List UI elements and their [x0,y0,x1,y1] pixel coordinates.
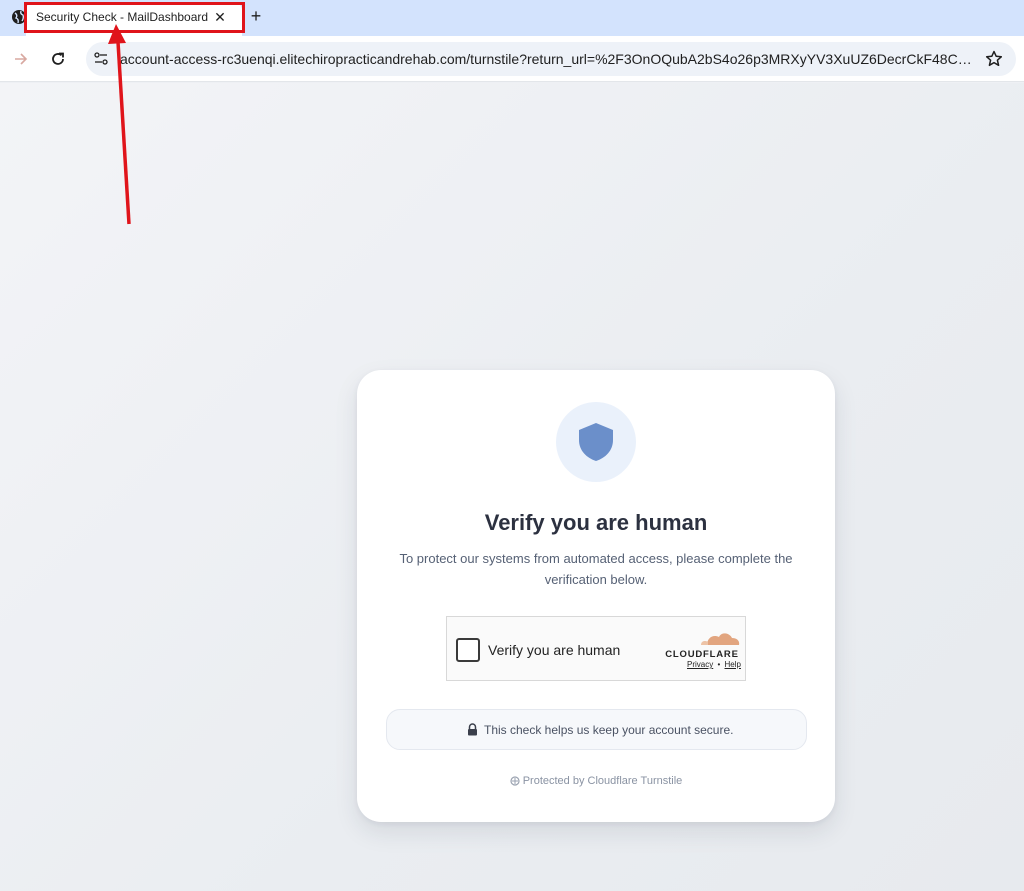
cloudflare-logo: CLOUDFLARE [665,633,740,660]
bookmark-star-icon[interactable] [984,49,1004,69]
links-separator: • [717,660,721,669]
forward-icon[interactable] [11,49,31,69]
turnstile-icon [510,776,520,786]
verify-checkbox[interactable] [456,638,480,662]
card-subtitle: To protect our systems from automated ac… [399,551,793,587]
security-note-text: This check helps us keep your account se… [484,723,734,737]
browser-toolbar: account-access-rc3uenqi.elitechiropracti… [0,36,1024,82]
protected-by-text: Protected by Cloudflare Turnstile [522,775,683,787]
widget-label: Verify you are human [488,642,621,658]
security-note: This check helps us keep your account se… [386,709,807,750]
address-bar[interactable]: account-access-rc3uenqi.elitechiropracti… [86,42,1016,76]
page-background: Verify you are human To protect our syst… [0,83,1024,891]
turnstile-widget: Verify you are human CLOUDFLARE Privacy … [446,616,746,681]
cloudflare-links: Privacy • Help [687,660,741,669]
new-tab-button[interactable]: + [246,6,266,26]
card-title: Verify you are human [484,510,708,535]
shield-icon [579,423,613,461]
privacy-link[interactable]: Privacy [687,660,713,669]
reload-icon[interactable] [48,49,68,69]
protected-by-footer: Protected by Cloudflare Turnstile [357,775,835,787]
url-text[interactable]: account-access-rc3uenqi.elitechiropracti… [120,51,972,67]
lock-icon [468,723,477,736]
annotation-highlight-box [24,2,245,33]
verification-card: Verify you are human To protect our syst… [357,370,835,822]
cloudflare-wordmark: CLOUDFLARE [665,649,738,660]
site-info-icon[interactable] [93,51,109,67]
shield-badge [556,402,636,482]
help-link[interactable]: Help [725,660,741,669]
